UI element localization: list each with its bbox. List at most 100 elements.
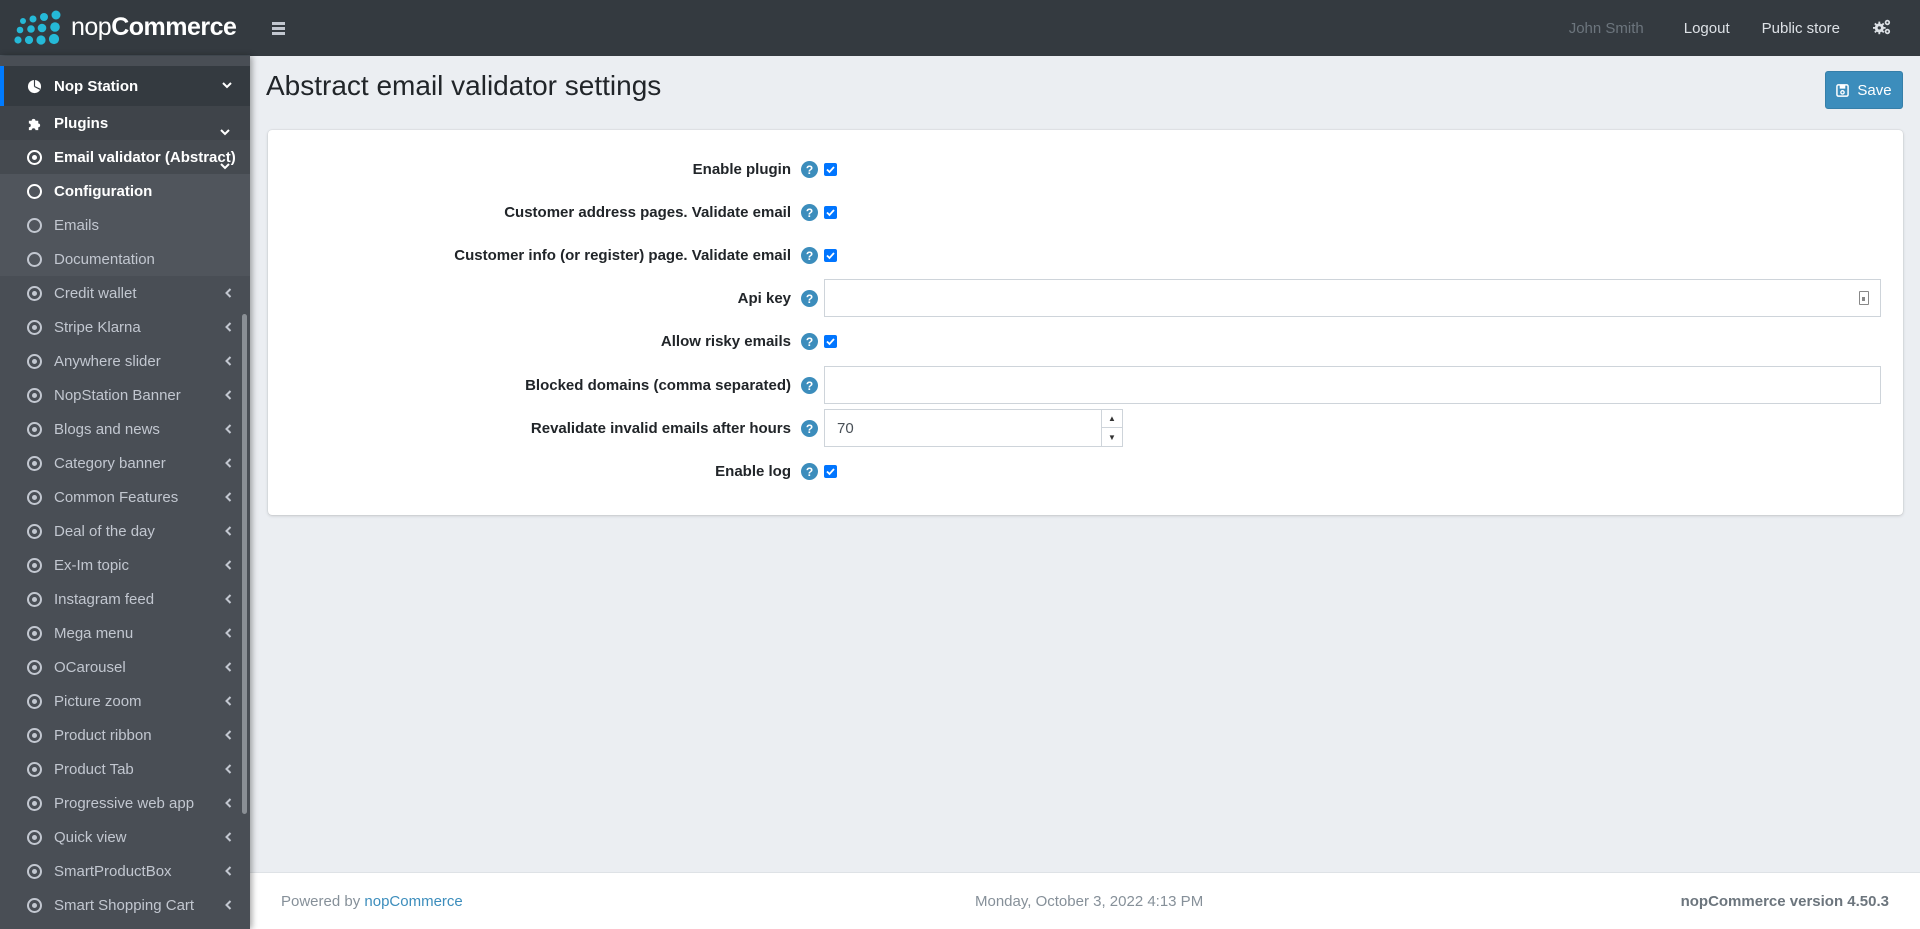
dot-circle-icon [26,829,43,846]
dot-circle-icon [26,353,43,370]
nopcommerce-link[interactable]: nopCommerce [364,893,462,910]
dot-circle-icon [26,897,43,914]
password-manager-icon[interactable] [1859,291,1869,305]
sidebar-item-plugin[interactable]: Product Tab [0,752,250,786]
spinner-down-icon[interactable]: ▼ [1102,428,1122,446]
circle-icon [26,251,43,268]
chevron-left-icon [225,321,232,335]
sidebar-item-label: Ex-Im topic [54,556,130,574]
help-icon[interactable]: ? [801,290,818,307]
enable-log-checkbox[interactable] [824,465,837,478]
address-validate-label: Customer address pages. Validate email [504,203,791,221]
chevron-left-icon [225,695,232,709]
chevron-left-icon [225,661,232,675]
help-icon[interactable]: ? [801,463,818,480]
dot-circle-icon [26,557,43,574]
sidebar-item-plugin[interactable]: Instagram feed [0,582,250,616]
sidebar-subitem-emails[interactable]: Emails [0,208,250,242]
sidebar-item-plugin[interactable]: SmartProductBox [0,854,250,888]
chevron-left-icon [225,525,232,539]
form-row-enable-plugin: Enable plugin ? [268,150,1903,188]
api-key-input[interactable] [824,279,1881,317]
sidebar-item-plugin[interactable]: Category banner [0,446,250,480]
main-content: Abstract email validator settings Save E… [250,56,1920,872]
brand-name: nopCommerce [71,13,237,41]
dot-circle-icon [26,795,43,812]
allow-risky-checkbox[interactable] [824,335,837,348]
sidebar-item-plugin[interactable]: Credit wallet [0,276,250,310]
chevron-left-icon [225,355,232,369]
sidebar-item-plugin[interactable]: Quick view [0,820,250,854]
dot-circle-icon [26,319,43,336]
help-icon[interactable]: ? [801,333,818,350]
sidebar-item-plugin[interactable]: Deal of the day [0,514,250,548]
sidebar-item-label: Deal of the day [54,522,155,540]
sidebar-item-nop-station[interactable]: Nop Station [0,66,250,106]
enable-plugin-label: Enable plugin [692,160,791,178]
sidebar-item-plugin[interactable]: Ex-Im topic [0,548,250,582]
form-row-allow-risky: Allow risky emails ? [268,322,1903,360]
sidebar-item-plugin[interactable]: Blogs and news [0,412,250,446]
puzzle-icon [26,115,43,132]
sidebar-item-label: Smart Shopping Cart [54,896,195,914]
sidebar-item-label: Common Features [54,488,179,506]
sidebar-item-plugin[interactable]: OCarousel [0,650,250,684]
address-validate-checkbox[interactable] [824,206,837,219]
sidebar-item-plugins[interactable]: Plugins [0,106,250,140]
footer-datetime: Monday, October 3, 2022 4:13 PM [975,893,1204,910]
help-icon[interactable]: ? [801,204,818,221]
chevron-left-icon [225,729,232,743]
sidebar-item-plugin[interactable]: Progressive web app [0,786,250,820]
sidebar-item-plugin[interactable]: Mega menu [0,616,250,650]
enable-plugin-checkbox[interactable] [824,163,837,176]
chevron-down-icon [220,125,230,139]
sidebar-item-label: Picture zoom [54,692,142,710]
sidebar-item-plugin[interactable]: NopStation Banner [0,378,250,412]
sidebar-subitem-configuration[interactable]: Configuration [0,174,250,208]
dot-circle-icon [26,693,43,710]
sidebar-item-label: Product ribbon [54,726,152,744]
revalidate-hours-label: Revalidate invalid emails after hours [530,419,791,437]
blocked-domains-input[interactable] [824,366,1881,404]
sidebar-item-plugin[interactable]: Anywhere slider [0,344,250,378]
chevron-down-icon [222,78,232,92]
api-key-label: Api key [737,289,791,307]
revalidate-hours-value: 70 [837,420,854,437]
nopcommerce-logo-icon [14,10,61,45]
sidebar-item-plugin[interactable]: Picture zoom [0,684,250,718]
blocked-domains-label: Blocked domains (comma separated) [525,376,791,394]
dot-circle-icon [26,387,43,404]
sidebar-item-plugin[interactable]: Stripe Klarna [0,310,250,344]
spinner-up-icon[interactable]: ▲ [1102,410,1122,428]
sidebar-item-label: Progressive web app [54,794,195,812]
revalidate-hours-input[interactable]: 70 ▲ ▼ [824,409,1123,447]
sidebar-item-label: Instagram feed [54,590,155,608]
dot-circle-icon [26,149,43,166]
sidebar-item-plugin[interactable]: Common Features [0,480,250,514]
public-store-link[interactable]: Public store [1762,20,1840,37]
sidebar-item-plugin[interactable]: Smart Shopping Cart [0,888,250,922]
sidebar-item-email-validator[interactable]: Email validator (Abstract) [0,140,250,174]
sidebar-scrollbar[interactable] [242,314,247,814]
help-icon[interactable]: ? [801,420,818,437]
dot-circle-icon [26,421,43,438]
help-icon[interactable]: ? [801,247,818,264]
sidebar-subitem-documentation[interactable]: Documentation [0,242,250,276]
form-row-blocked-domains: Blocked domains (comma separated) ? [268,366,1903,404]
sidebar-item-label: Category banner [54,454,166,472]
chevron-left-icon [225,763,232,777]
gears-icon[interactable] [1872,18,1892,38]
hamburger-icon[interactable] [272,18,286,38]
brand-logo[interactable]: nopCommerce [0,0,250,56]
save-button[interactable]: Save [1825,71,1903,109]
info-validate-checkbox[interactable] [824,249,837,262]
logout-link[interactable]: Logout [1684,20,1730,37]
user-name: John Smith [1568,19,1644,37]
sidebar-item-plugin[interactable]: Product ribbon [0,718,250,752]
help-icon[interactable]: ? [801,377,818,394]
footer: Powered by nopCommerce Monday, October 3… [250,872,1920,929]
help-icon[interactable]: ? [801,161,818,178]
sidebar-item-label: OCarousel [54,658,126,676]
form-row-info-validate: Customer info (or register) page. Valida… [268,236,1903,274]
dot-circle-icon [26,625,43,642]
